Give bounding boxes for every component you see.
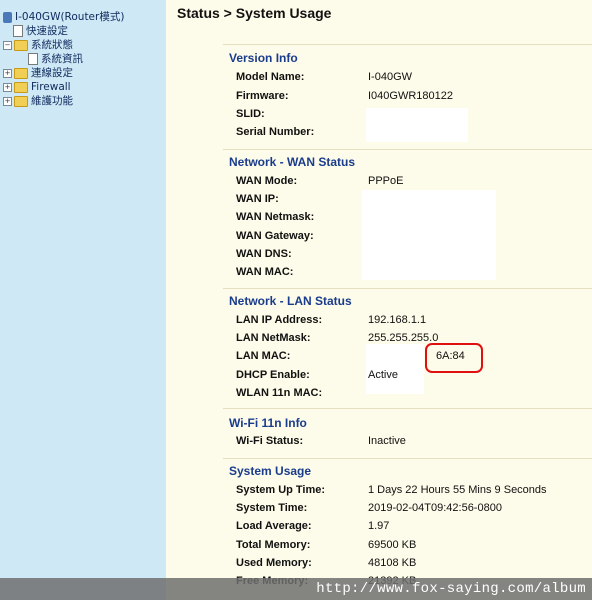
- tree-item-maintenance[interactable]: + 維護功能: [3, 94, 73, 108]
- system-time-value: 2019-02-04T09:42:56-0800: [368, 502, 502, 514]
- section-divider: [223, 288, 592, 289]
- total-memory-label: Total Memory:: [236, 539, 311, 551]
- folder-icon: [14, 95, 28, 107]
- expand-icon[interactable]: +: [3, 68, 12, 78]
- load-average-value: 1.97: [368, 520, 390, 532]
- router-icon: [3, 11, 12, 23]
- collapse-icon[interactable]: −: [3, 40, 12, 50]
- watermark-bar: http://www.fox-saying.com/album: [0, 578, 592, 600]
- tree-item-label[interactable]: 連線設定: [31, 66, 73, 80]
- uptime-value: 1 Days 22 Hours 55 Mins 9 Seconds: [368, 484, 547, 496]
- page-title: Status > System Usage: [177, 5, 332, 21]
- section-divider: [223, 149, 592, 150]
- model-name-label: Model Name:: [236, 71, 305, 83]
- page-icon: [28, 53, 38, 65]
- tree-item-label[interactable]: Firewall: [31, 80, 71, 94]
- dhcp-enable-value: Active: [368, 369, 398, 381]
- system-time-label: System Time:: [236, 502, 308, 514]
- redaction-block: [362, 190, 496, 280]
- nav-tree: I-040GW(Router模式) 快速設定 − 系統狀態 系統資訊 + 連線設…: [0, 0, 166, 600]
- tree-item-firewall[interactable]: + Firewall: [3, 80, 71, 94]
- wan-ip-label: WAN IP:: [236, 193, 279, 205]
- firmware-label: Firmware:: [236, 90, 289, 102]
- wlan-mac-label: WLAN 11n MAC:: [236, 387, 323, 399]
- section-divider: [223, 408, 592, 409]
- tree-item-system-status[interactable]: − 系統狀態: [3, 38, 73, 52]
- tree-item-system-info[interactable]: 系統資訊: [28, 52, 83, 66]
- dhcp-enable-label: DHCP Enable:: [236, 369, 310, 381]
- tree-item-quick-setup[interactable]: 快速設定: [13, 24, 68, 38]
- used-memory-label: Used Memory:: [236, 557, 312, 569]
- section-title-version: Version Info: [229, 51, 298, 65]
- model-name-value: I-040GW: [368, 71, 413, 83]
- serial-number-label: Serial Number:: [236, 126, 315, 138]
- wan-dns-label: WAN DNS:: [236, 248, 292, 260]
- tree-item-label[interactable]: 系統狀態: [31, 38, 73, 52]
- tree-item-connection[interactable]: + 連線設定: [3, 66, 73, 80]
- tree-root[interactable]: I-040GW(Router模式): [3, 10, 124, 24]
- wifi-status-label: Wi-Fi Status:: [236, 435, 304, 447]
- used-memory-value: 48108 KB: [368, 557, 417, 569]
- wan-gateway-label: WAN Gateway:: [236, 230, 314, 242]
- folder-icon: [14, 67, 28, 79]
- watermark-text: http://www.fox-saying.com/album: [316, 581, 586, 597]
- section-title-wan: Network - WAN Status: [229, 155, 356, 169]
- section-title-wifi: Wi-Fi 11n Info: [229, 416, 307, 430]
- lan-mac-label: LAN MAC:: [236, 350, 291, 362]
- page-icon: [13, 25, 23, 37]
- tree-root-label[interactable]: I-040GW(Router模式): [15, 10, 124, 24]
- firmware-value: I040GWR180122: [368, 90, 453, 102]
- slid-label: SLID:: [236, 108, 265, 120]
- section-title-lan: Network - LAN Status: [229, 294, 352, 308]
- section-divider: [223, 44, 592, 45]
- lan-ip-value: 192.168.1.1: [368, 314, 427, 326]
- section-title-usage: System Usage: [229, 464, 312, 478]
- tree-item-label[interactable]: 快速設定: [26, 24, 68, 38]
- uptime-label: System Up Time:: [236, 484, 326, 496]
- highlight-circle: [425, 343, 483, 373]
- total-memory-value: 69500 KB: [368, 539, 417, 551]
- tree-item-label[interactable]: 維護功能: [31, 94, 73, 108]
- wan-mode-label: WAN Mode:: [236, 175, 298, 187]
- lan-ip-label: LAN IP Address:: [236, 314, 323, 326]
- folder-icon: [14, 81, 28, 93]
- expand-icon[interactable]: +: [3, 82, 12, 92]
- lan-netmask-label: LAN NetMask:: [236, 332, 311, 344]
- section-divider: [223, 458, 592, 459]
- wifi-status-value: Inactive: [368, 435, 406, 447]
- wan-mac-label: WAN MAC:: [236, 266, 294, 278]
- redaction-block: [366, 108, 468, 142]
- wan-mode-value: PPPoE: [368, 175, 404, 187]
- load-average-label: Load Average:: [236, 520, 312, 532]
- folder-open-icon: [14, 39, 28, 51]
- lan-netmask-value: 255.255.255.0: [368, 332, 439, 344]
- tree-item-label[interactable]: 系統資訊: [41, 52, 83, 66]
- wan-netmask-label: WAN Netmask:: [236, 211, 315, 223]
- expand-icon[interactable]: +: [3, 96, 12, 106]
